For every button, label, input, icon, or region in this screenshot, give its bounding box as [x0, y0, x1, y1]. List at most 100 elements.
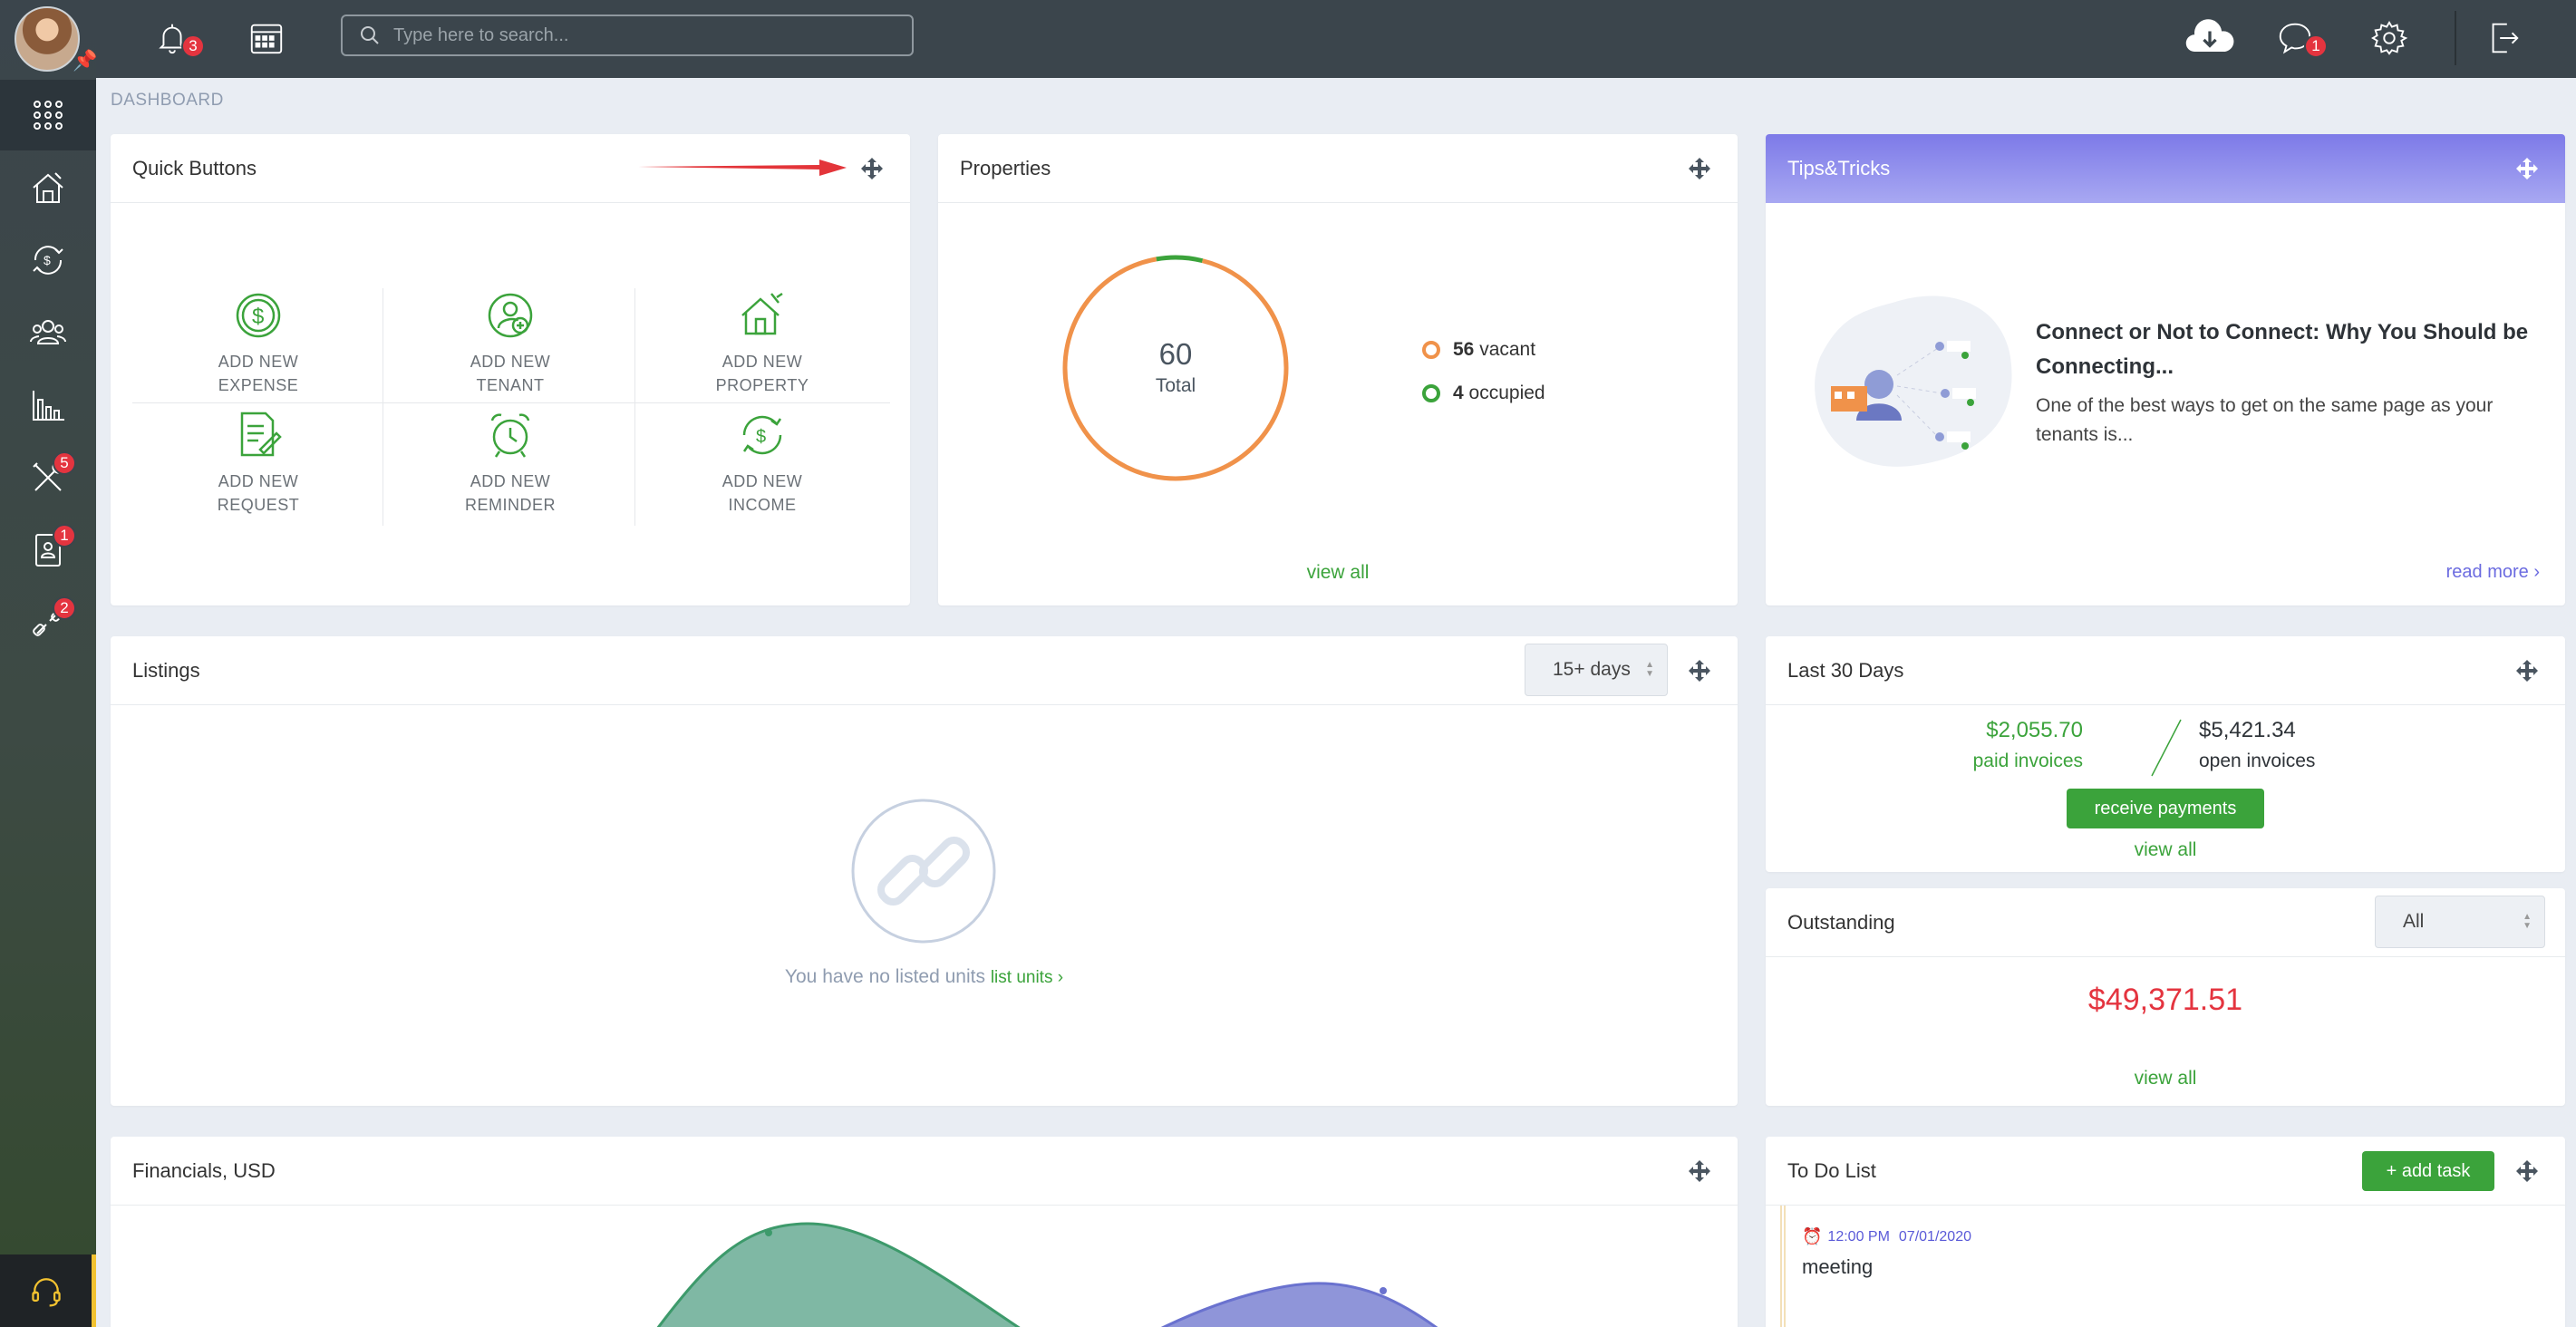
- move-icon[interactable]: [1687, 156, 1712, 181]
- expense-area: [1160, 1282, 1438, 1327]
- add-expense-button[interactable]: $ ADD NEW EXPENSE: [132, 290, 384, 410]
- add-task-button[interactable]: + add task: [2362, 1151, 2494, 1191]
- income-area: [656, 1222, 1021, 1327]
- occupied-count: 4: [1453, 383, 1464, 403]
- paid-invoices-block[interactable]: $2,055.70 paid invoices: [1973, 718, 2083, 772]
- chevron-right-icon: ›: [2533, 562, 2540, 582]
- paid-amount: $2,055.70: [1986, 718, 2083, 742]
- financials-header: Financials, USD: [111, 1137, 1738, 1206]
- add-request-button[interactable]: ADD NEW REQUEST: [132, 410, 384, 529]
- last30-view-all-link[interactable]: view all: [2135, 839, 2197, 860]
- select-arrows-icon: ▲ ▼: [2523, 912, 2532, 931]
- messages-badge: 1: [2304, 34, 2328, 58]
- search-input[interactable]: [393, 24, 883, 46]
- list-units-link[interactable]: list units ›: [991, 968, 1063, 987]
- move-icon[interactable]: [2514, 658, 2540, 683]
- cloud-download-button[interactable]: [2181, 15, 2239, 62]
- expense-point: [1380, 1287, 1387, 1294]
- move-icon[interactable]: [1687, 658, 1712, 683]
- listings-empty-message: You have no listed units list units ›: [111, 966, 1738, 988]
- outstanding-filter-select[interactable]: All ▲ ▼: [2375, 896, 2545, 948]
- tips-header: Tips&Tricks: [1766, 134, 2565, 203]
- properties-total-label: Total: [1155, 375, 1196, 396]
- move-icon[interactable]: [859, 156, 885, 181]
- sidebar-item-dashboard[interactable]: [0, 80, 96, 150]
- add-tenant-button[interactable]: ADD NEW TENANT: [384, 290, 636, 410]
- open-invoices-block[interactable]: $5,421.34 open invoices: [2199, 718, 2315, 772]
- calendar-button[interactable]: [243, 15, 290, 62]
- properties-header: Properties: [938, 134, 1738, 203]
- financials-card: Financials, USD: [111, 1137, 1738, 1327]
- qb-label-line1: ADD NEW: [218, 472, 299, 490]
- integrations-badge: 2: [53, 596, 76, 620]
- add-property-button[interactable]: ADD NEW PROPERTY: [636, 290, 888, 410]
- tips-headline[interactable]: Connect or Not to Connect: Why You Shoul…: [2036, 315, 2543, 384]
- user-avatar[interactable]: [15, 6, 80, 72]
- tips-body: One of the best ways to get on the same …: [2036, 395, 2494, 445]
- outstanding-footer: view all: [1766, 1068, 2565, 1090]
- move-icon[interactable]: [2514, 156, 2540, 181]
- outstanding-amount[interactable]: $49,371.51: [1766, 983, 2565, 1018]
- last30-footer: view all: [1766, 839, 2565, 861]
- messages-button[interactable]: 1: [2271, 15, 2328, 62]
- search-icon: [361, 26, 379, 44]
- settings-button[interactable]: [2366, 15, 2413, 62]
- maintenance-badge: 5: [53, 451, 76, 475]
- move-icon[interactable]: [2514, 1158, 2540, 1184]
- listings-header: Listings 15+ days ▲ ▼: [111, 636, 1738, 705]
- pin-icon[interactable]: 📌: [73, 49, 97, 73]
- add-reminder-button[interactable]: ADD NEW REMINDER: [384, 410, 636, 529]
- quick-buttons-title: Quick Buttons: [132, 156, 257, 179]
- properties-view-all-link[interactable]: view all: [1307, 562, 1370, 583]
- legend-occupied[interactable]: 4 occupied: [1422, 383, 1545, 404]
- legend-vacant[interactable]: 56 vacant: [1422, 339, 1535, 361]
- alarm-clock-icon: [490, 413, 530, 458]
- add-user-icon: [488, 293, 533, 338]
- sidebar-item-maintenance[interactable]: 5: [0, 442, 96, 513]
- listings-filter-select[interactable]: 15+ days ▲ ▼: [1525, 644, 1668, 696]
- add-income-button[interactable]: $ ADD NEW INCOME: [636, 410, 888, 529]
- breadcrumb[interactable]: DASHBOARD: [111, 91, 224, 111]
- logout-button[interactable]: [2480, 15, 2527, 62]
- sidebar-item-transactions[interactable]: $: [0, 225, 96, 295]
- receive-payments-button[interactable]: receive payments: [2067, 789, 2264, 828]
- qb-label-line1: ADD NEW: [470, 353, 551, 371]
- topbar-divider: [2455, 11, 2456, 65]
- qb-label-line2: TENANT: [476, 376, 545, 394]
- todo-card: To Do List + add task ⏰ 12:00 PM 07/01/2…: [1766, 1137, 2565, 1327]
- outstanding-card: Outstanding All ▲ ▼ $49,371.51 view all: [1766, 888, 2565, 1106]
- slash-divider: [2151, 719, 2182, 777]
- todo-item-date: 07/01/2020: [1898, 1228, 1971, 1245]
- move-icon[interactable]: [1687, 1158, 1712, 1184]
- vacant-count: 56: [1453, 339, 1475, 360]
- notifications-button[interactable]: 3: [149, 15, 205, 62]
- sidebar-item-reports[interactable]: [0, 370, 96, 441]
- todo-item[interactable]: ⏰ 12:00 PM 07/01/2020 meeting: [1802, 1227, 1971, 1279]
- listings-title: Listings: [132, 658, 200, 682]
- people-icon: [30, 320, 66, 344]
- support-button[interactable]: [0, 1254, 96, 1327]
- calendar-icon: [250, 24, 283, 54]
- qb-label-line2: REMINDER: [464, 496, 556, 514]
- read-more-link[interactable]: read more ›: [2446, 562, 2540, 583]
- income-point: [765, 1229, 772, 1236]
- properties-footer: view all: [938, 562, 1738, 584]
- alarm-clock-icon: ⏰: [1802, 1227, 1823, 1245]
- bar-chart-icon: [33, 391, 64, 421]
- sidebar-item-integrations[interactable]: 2: [0, 587, 96, 658]
- search-box[interactable]: [341, 15, 914, 56]
- quick-buttons-card: Quick Buttons $ ADD NEW EXPENSE ADD NEW TE…: [111, 134, 910, 605]
- outstanding-view-all-link[interactable]: view all: [2135, 1068, 2197, 1089]
- network-illustration: [1815, 295, 2012, 467]
- leases-badge: 1: [53, 524, 76, 547]
- sidebar-item-contacts[interactable]: [0, 297, 96, 368]
- document-edit-icon: [240, 412, 282, 457]
- sidebar-item-properties[interactable]: [0, 152, 96, 223]
- outstanding-title: Outstanding: [1787, 910, 1895, 934]
- broken-link-icon: [851, 799, 996, 944]
- svg-text:$: $: [756, 427, 766, 447]
- sidebar-item-leases[interactable]: 1: [0, 515, 96, 586]
- occupied-label: occupied: [1468, 383, 1545, 403]
- qb-label-line1: ADD NEW: [218, 353, 299, 371]
- open-label: open invoices: [2199, 751, 2316, 771]
